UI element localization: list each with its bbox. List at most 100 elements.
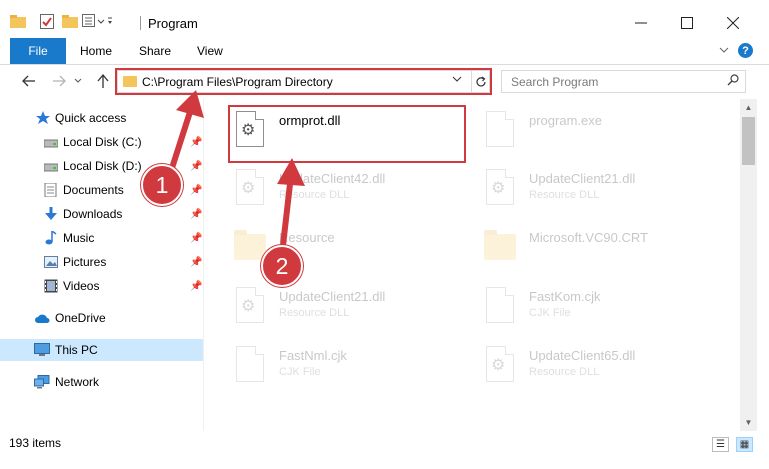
tab-home[interactable]: Home	[80, 44, 112, 58]
pin-icon: 📌	[190, 232, 203, 244]
file-type: Resource DLL	[529, 189, 600, 201]
file-item[interactable]: FastNml.cjk CJK File	[234, 342, 474, 396]
star-icon	[36, 111, 52, 125]
tab-share[interactable]: Share	[139, 44, 171, 58]
music-icon	[44, 230, 60, 245]
search-placeholder: Search Program	[511, 75, 599, 89]
drive-icon	[43, 161, 60, 175]
back-arrow-icon[interactable]	[20, 72, 38, 90]
forward-arrow-icon[interactable]	[50, 72, 68, 90]
ribbon-tabs: File Home Share View ?	[0, 38, 769, 65]
dll-icon: ⚙	[484, 346, 516, 386]
nav-item-videos[interactable]: Videos 📌	[0, 275, 203, 297]
status-bar: 193 items ☰ ▦	[0, 431, 769, 469]
properties-icon[interactable]	[40, 14, 54, 32]
pin-icon: 📌	[190, 256, 203, 268]
large-icons-view-icon[interactable]: ▦	[736, 437, 753, 452]
pin-icon: 📌	[190, 160, 203, 172]
nav-quick-access[interactable]: Quick access	[0, 107, 203, 129]
dll-icon: ⚙	[234, 169, 266, 209]
navigation-pane: Quick access Local Disk (C:) 📌 Local Dis…	[0, 99, 203, 431]
scroll-thumb[interactable]	[742, 117, 755, 165]
tab-file[interactable]: File	[10, 38, 66, 64]
minimize-icon[interactable]	[630, 12, 652, 34]
videos-icon	[44, 279, 60, 293]
nav-label: This PC	[55, 343, 98, 357]
maximize-icon[interactable]	[676, 12, 698, 34]
nav-label: Pictures	[63, 255, 107, 269]
nav-label: Network	[55, 375, 100, 389]
network-icon	[34, 375, 50, 389]
file-name: UpdateClient42.dll	[279, 171, 386, 186]
file-type: CJK File	[279, 366, 321, 378]
vertical-scrollbar[interactable]: ▲ ▼	[740, 99, 757, 431]
pin-icon: 📌	[190, 208, 203, 220]
file-type: Resource DLL	[279, 307, 350, 319]
address-bar-highlight	[115, 68, 492, 95]
customize-toolbar-icon[interactable]	[82, 14, 112, 31]
address-row: C:\Program Files\Program Directory Searc…	[0, 65, 769, 99]
step-badge-1: 1	[141, 164, 183, 206]
nav-label: Videos	[63, 279, 100, 293]
nav-item-music[interactable]: Music 📌	[0, 227, 203, 249]
nav-label: OneDrive	[55, 311, 106, 325]
up-arrow-icon[interactable]	[94, 72, 112, 90]
scroll-down-icon[interactable]: ▼	[740, 414, 757, 431]
item-count: 193 items	[9, 436, 62, 450]
file-item[interactable]: ⚙ UpdateClient65.dll Resource DLL	[484, 342, 724, 396]
expand-ribbon-icon[interactable]	[719, 43, 729, 57]
details-view-icon[interactable]: ☰	[712, 437, 729, 452]
file-item[interactable]: ⚙ UpdateClient42.dll Resource DLL	[234, 165, 474, 219]
file-icon	[234, 346, 266, 386]
title-separator	[140, 16, 141, 30]
folder-icon	[484, 228, 516, 268]
dll-icon: ⚙	[484, 169, 516, 209]
documents-icon	[44, 182, 60, 198]
nav-item-pictures[interactable]: Pictures 📌	[0, 251, 203, 273]
pin-icon: 📌	[190, 184, 203, 196]
drive-icon	[43, 137, 60, 151]
file-name: UpdateClient65.dll	[529, 348, 636, 363]
step-badge-2: 2	[261, 245, 303, 287]
close-icon[interactable]	[722, 12, 744, 34]
nav-this-pc[interactable]: This PC	[0, 339, 203, 361]
computer-icon	[34, 343, 50, 357]
folder-icon	[10, 14, 26, 31]
file-item[interactable]: ⚙ UpdateClient21.dll Resource DLL	[234, 283, 474, 337]
nav-label: Downloads	[63, 207, 123, 221]
file-type: Resource DLL	[279, 189, 350, 201]
nav-network[interactable]: Network	[0, 371, 203, 393]
window-title: Program	[148, 16, 198, 31]
dll-icon: ⚙	[234, 287, 266, 327]
recent-locations-icon[interactable]	[73, 72, 83, 90]
file-type: Resource DLL	[529, 366, 600, 378]
pin-icon: 📌	[190, 280, 203, 292]
nav-label: Local Disk (D:)	[63, 159, 142, 173]
file-item[interactable]: FastKom.cjk CJK File	[484, 283, 724, 337]
file-item[interactable]: Microsoft.VC90.CRT	[484, 224, 724, 278]
file-name: FastKom.cjk	[529, 289, 601, 304]
tab-view[interactable]: View	[197, 44, 223, 58]
help-icon[interactable]: ?	[738, 43, 753, 58]
title-bar: Program	[0, 0, 769, 38]
file-name: program.exe	[529, 113, 602, 128]
file-item[interactable]: program.exe	[484, 107, 724, 161]
scroll-up-icon[interactable]: ▲	[740, 99, 757, 116]
cloud-icon	[34, 313, 50, 327]
file-name: FastNml.cjk	[279, 348, 347, 363]
nav-label: Local Disk (C:)	[63, 135, 142, 149]
file-highlight	[228, 105, 466, 163]
nav-item-downloads[interactable]: Downloads 📌	[0, 203, 203, 225]
nav-onedrive[interactable]: OneDrive	[0, 307, 203, 329]
downloads-icon	[44, 207, 60, 221]
file-item[interactable]: ⚙ UpdateClient21.dll Resource DLL	[484, 165, 724, 219]
exe-icon	[484, 111, 516, 151]
pin-icon: 📌	[190, 136, 203, 148]
nav-item-local-disk-c[interactable]: Local Disk (C:) 📌	[0, 131, 203, 153]
nav-label: Music	[63, 231, 95, 245]
search-input[interactable]: Search Program	[501, 70, 746, 93]
file-type: CJK File	[529, 307, 571, 319]
file-name: UpdateClient21.dll	[529, 171, 636, 186]
new-folder-icon[interactable]	[62, 14, 78, 31]
search-icon[interactable]	[727, 74, 739, 89]
